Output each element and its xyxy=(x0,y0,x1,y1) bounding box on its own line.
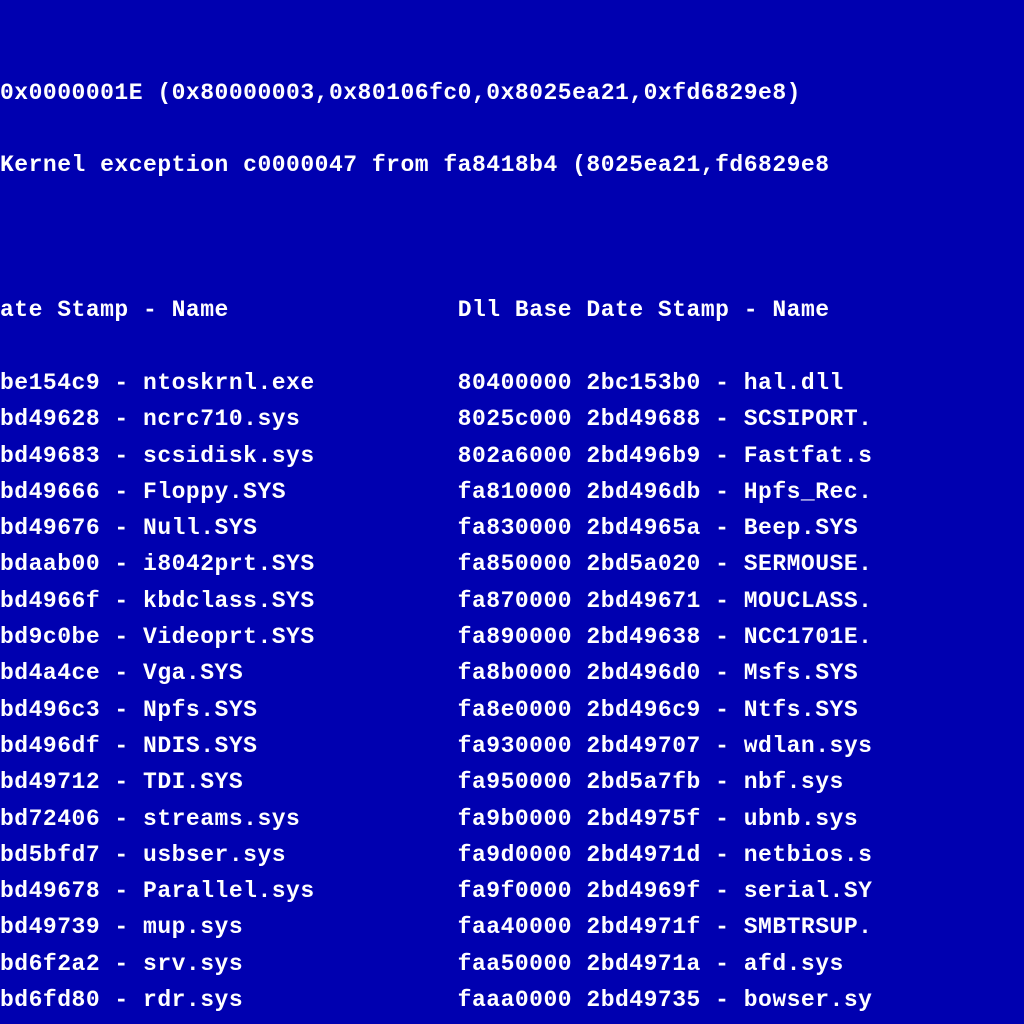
module-row: bdaab00 - i8042prt.SYS fa850000 2bd5a020… xyxy=(0,546,1024,582)
module-row: bd5bfd7 - usbser.sys fa9d0000 2bd4971d -… xyxy=(0,837,1024,873)
module-row: bd49739 - mup.sys faa40000 2bd4971f - SM… xyxy=(0,909,1024,945)
blank-line xyxy=(0,220,1024,256)
module-row: bd6f2a2 - srv.sys faa50000 2bd4971a - af… xyxy=(0,946,1024,982)
stop-code-line: 0x0000001E (0x80000003,0x80106fc0,0x8025… xyxy=(0,75,1024,111)
module-row: be154c9 - ntoskrnl.exe 80400000 2bc153b0… xyxy=(0,365,1024,401)
module-row: bd49676 - Null.SYS fa830000 2bd4965a - B… xyxy=(0,510,1024,546)
module-row: bd4966f - kbdclass.SYS fa870000 2bd49671… xyxy=(0,583,1024,619)
module-row: bd496c3 - Npfs.SYS fa8e0000 2bd496c9 - N… xyxy=(0,692,1024,728)
kernel-exception-line: Kernel exception c0000047 from fa8418b4 … xyxy=(0,147,1024,183)
module-row: bd49628 - ncrc710.sys 8025c000 2bd49688 … xyxy=(0,401,1024,437)
module-row: bd49683 - scsidisk.sys 802a6000 2bd496b9… xyxy=(0,438,1024,474)
module-row: bd72406 - streams.sys fa9b0000 2bd4975f … xyxy=(0,801,1024,837)
module-row: bd49678 - Parallel.sys fa9f0000 2bd4969f… xyxy=(0,873,1024,909)
module-row: bd4a4ce - Vga.SYS fa8b0000 2bd496d0 - Ms… xyxy=(0,655,1024,691)
module-row: bd9c0be - Videoprt.SYS fa890000 2bd49638… xyxy=(0,619,1024,655)
module-list: be154c9 - ntoskrnl.exe 80400000 2bc153b0… xyxy=(0,365,1024,1018)
module-row: bd49666 - Floppy.SYS fa810000 2bd496db -… xyxy=(0,474,1024,510)
module-row: bd6fd80 - rdr.sys faaa0000 2bd49735 - bo… xyxy=(0,982,1024,1018)
module-header: ate Stamp - Name Dll Base Date Stamp - N… xyxy=(0,292,1024,328)
bsod-screen: { "header1": "0x0000001E (0x80000003,0x8… xyxy=(0,0,1024,1024)
module-row: bd49712 - TDI.SYS fa950000 2bd5a7fb - nb… xyxy=(0,764,1024,800)
module-row: bd496df - NDIS.SYS fa930000 2bd49707 - w… xyxy=(0,728,1024,764)
